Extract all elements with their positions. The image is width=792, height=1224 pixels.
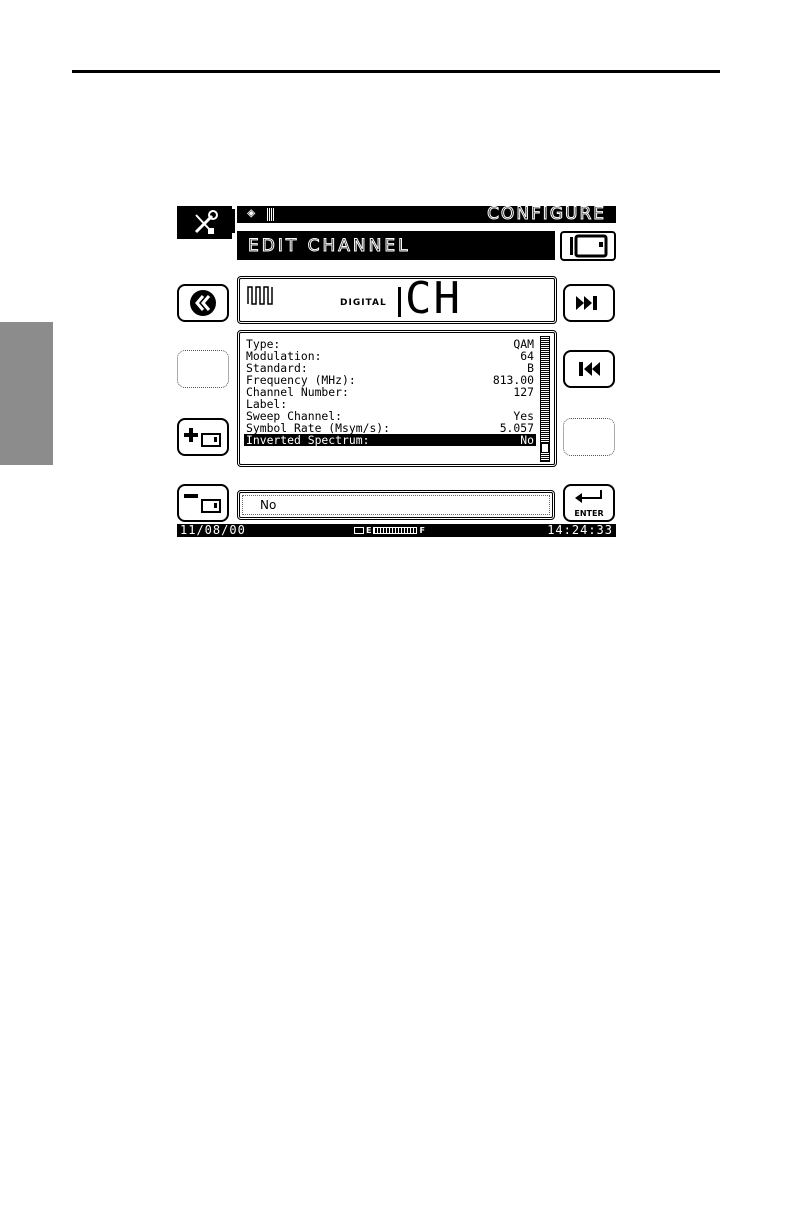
- plus-channel-icon: [184, 428, 221, 447]
- tools-button[interactable]: [177, 206, 232, 239]
- remove-channel-button[interactable]: [177, 484, 229, 522]
- subtitle-bar: EDIT CHANNEL: [237, 231, 555, 260]
- channel-type-label: DIGITAL: [340, 298, 387, 308]
- value-input-frame: [242, 495, 550, 515]
- tv-button[interactable]: [560, 231, 616, 261]
- skip-back-icon: [579, 362, 600, 376]
- enter-icon: [575, 490, 602, 503]
- page-rule: [72, 70, 720, 73]
- status-time: 14:24:33: [547, 523, 613, 537]
- channel-field-list[interactable]: Type: QAM Modulation: 64 Standard: B Frequency…: [237, 330, 557, 467]
- tools-notch: [232, 209, 235, 233]
- field-value: 127: [513, 385, 534, 399]
- subtitle: EDIT CHANNEL: [248, 236, 411, 257]
- hatch-icon: [267, 208, 275, 221]
- double-chevron-left-icon: [190, 290, 216, 316]
- softkey-empty-right[interactable]: [563, 418, 615, 456]
- digital-signal-icon: [247, 286, 273, 305]
- field-rows: Type: QAM Modulation: 64 Standard: B Frequency…: [244, 338, 536, 446]
- softkey-empty-left[interactable]: [177, 350, 229, 388]
- prev-channel-button[interactable]: [563, 350, 615, 388]
- battery-full-label: F: [419, 526, 425, 535]
- back-button[interactable]: [177, 284, 229, 322]
- enter-button[interactable]: ENTER: [563, 484, 615, 522]
- scrollbar-thumb[interactable]: [541, 443, 549, 453]
- channel-display: DIGITAL CH 127: [237, 273, 557, 376]
- battery-gauge: [373, 527, 418, 534]
- minus-channel-icon: [184, 494, 221, 513]
- diamond-icon: ◈: [247, 205, 256, 221]
- battery-empty-label: E: [366, 526, 372, 535]
- field-row[interactable]: Inverted Spectrum: No: [244, 434, 536, 446]
- scrollbar[interactable]: [540, 336, 550, 462]
- field-value: No: [520, 433, 534, 447]
- tools-icon: [194, 209, 218, 234]
- field-label: Inverted Spectrum:: [246, 433, 370, 447]
- battery-icon: [354, 527, 364, 534]
- value-input-text: No: [260, 498, 277, 512]
- status-bar: 11/08/00 E F 14:24:33: [177, 524, 616, 537]
- page-title: CONFIGURE: [487, 204, 606, 225]
- title-bar: ◈ CONFIGURE: [237, 204, 616, 225]
- add-channel-button[interactable]: [177, 418, 229, 456]
- status-date: 11/08/00: [180, 523, 246, 537]
- tv-icon: [570, 234, 608, 258]
- skip-forward-icon: [576, 296, 597, 310]
- enter-label: ENTER: [574, 509, 604, 518]
- field-row[interactable]: Channel Number: 127: [244, 386, 536, 398]
- value-input[interactable]: No: [237, 490, 555, 520]
- battery-indicator: E F: [354, 526, 425, 535]
- chapter-tab: [0, 322, 53, 465]
- next-channel-button[interactable]: [563, 284, 615, 322]
- channel-divider: [398, 287, 401, 317]
